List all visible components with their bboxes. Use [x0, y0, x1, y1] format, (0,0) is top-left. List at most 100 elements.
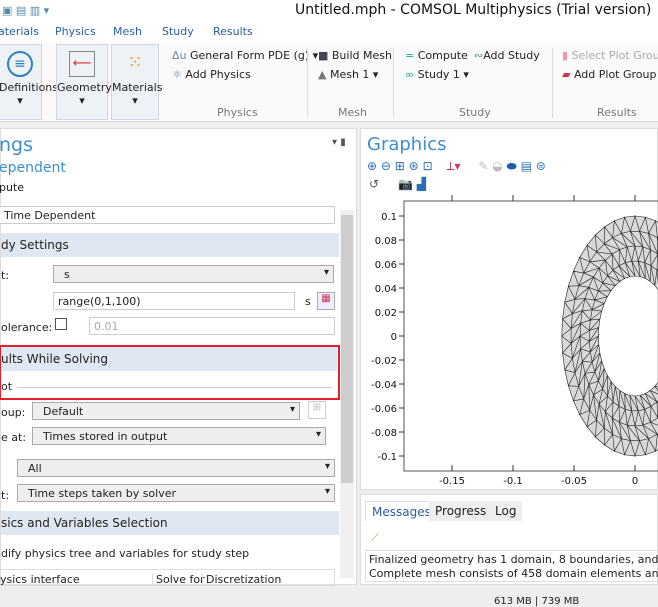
scrollbar-thumb[interactable] — [341, 215, 353, 483]
settings-panel: ngs ▾ ▮ ependent pute Time Dependent dy … — [0, 128, 357, 586]
general-pde-button[interactable]: Δu General Form PDE (g) ▾ — [172, 49, 318, 62]
y-tick-label: -0.04 — [371, 380, 397, 391]
range-icon[interactable]: ▦ — [317, 292, 335, 310]
camera-icon[interactable]: 📷 — [398, 177, 413, 191]
time-unit-label: t: — [1, 269, 10, 282]
update-at-select[interactable]: Times stored in output — [32, 427, 326, 445]
update-at-label: e at: — [1, 431, 27, 444]
group-mesh: Mesh — [338, 106, 367, 119]
graphics-panel: Graphics ⊕ ⊖ ⊞ ⊛ ⊡ ⟂▾ ✎ ◒ ⬬ ▤ ⊜ ↺ 📷 ▟ -0… — [360, 128, 658, 490]
compute-link[interactable]: pute — [0, 181, 24, 194]
tolerance-checkbox[interactable] — [55, 318, 67, 330]
physics-table: ysics interface Solve for Discretization — [0, 569, 335, 586]
zoom-box-icon[interactable]: ⊞ — [395, 159, 405, 173]
reset-icon[interactable]: ↺ — [369, 177, 379, 191]
divider — [307, 48, 308, 118]
section-results-while-solving[interactable]: ults While Solving — [1, 347, 337, 371]
panel-subtitle: ependent — [0, 160, 66, 176]
definitions-label: Definitions — [0, 81, 58, 94]
build-mesh-button[interactable]: ■ Build Mesh — [318, 49, 392, 62]
print-icon[interactable]: ▟ — [417, 177, 426, 191]
render-icon[interactable]: ⬬ — [507, 159, 517, 173]
tab-study[interactable]: Study — [162, 25, 194, 38]
y-tick-label: -0.06 — [371, 404, 397, 415]
section-physics-variables[interactable]: sics and Variables Selection — [1, 511, 339, 535]
y-tick-label: 0.08 — [375, 236, 397, 247]
zoom-in-icon[interactable]: ⊕ — [367, 159, 377, 173]
build-mesh-icon: ■ — [318, 49, 332, 62]
group-results: Results — [597, 106, 637, 119]
compute-button[interactable]: = Compute — [405, 49, 468, 62]
y-tick-label: -0.1 — [377, 452, 397, 463]
mesh-elements — [561, 214, 658, 458]
graphics-title: Graphics — [367, 134, 447, 155]
select-plot-group-label: Select Plot Group — [571, 49, 658, 62]
mesh-plot[interactable]: -0.15 -0.1 -0.05 0 0.1 0.08 0.06 0.04 0.02 0 -0.02… — [361, 193, 658, 491]
tab-log[interactable]: Log — [489, 501, 523, 521]
definitions-icon: ≡ — [7, 51, 33, 77]
ribbon: ≡ Definitions ▾ ⟵ Geometry ▾ ⁙ Materials ▾ … — [0, 42, 658, 122]
section-title: dy Settings — [1, 238, 69, 252]
zoom-extents-icon[interactable]: ⊡ — [423, 159, 433, 173]
group-study: Study — [459, 106, 491, 119]
geometry-label: Geometry — [57, 81, 112, 94]
graphics-toolbar: ⊕ ⊖ ⊞ ⊛ ⊡ ⟂▾ ✎ ◒ ⬬ ▤ ⊜ — [367, 159, 546, 174]
tab-messages[interactable]: Messages — [365, 501, 438, 521]
quick-access-icons[interactable]: ▣ ▤ ▥ ▾ — [2, 4, 49, 17]
select-icon[interactable]: ✎ — [478, 159, 488, 173]
y-tick-label: -0.02 — [371, 356, 397, 367]
group-physics: Physics — [217, 106, 258, 119]
tab-results[interactable]: Results — [213, 25, 253, 38]
plot-group-select[interactable]: Default — [32, 402, 300, 420]
transparency-icon[interactable]: ⊜ — [536, 159, 546, 173]
scene-light-icon[interactable]: ◒ — [492, 159, 502, 173]
study1-button[interactable]: ∞ Study 1 ▾ — [405, 68, 469, 81]
pde-icon: Δu — [172, 49, 190, 62]
panel-menu-icon[interactable]: ▾ ▮ — [332, 137, 346, 148]
probes-select[interactable]: All — [17, 459, 335, 477]
tab-progress[interactable]: Progress — [429, 501, 493, 521]
add-plot-group-button[interactable]: ▰ Add Plot Group ▾ — [562, 68, 658, 81]
add-study-label: Add Study — [483, 49, 540, 62]
geometry-button[interactable]: ⟵ Geometry ▾ — [56, 44, 112, 120]
time-unit-select[interactable]: s — [53, 265, 334, 283]
tab-physics[interactable]: Physics — [55, 25, 96, 38]
mesh1-label: Mesh 1 ▾ — [329, 68, 379, 81]
materials-button[interactable]: ⁙ Materials ▾ — [111, 44, 162, 120]
select-plot-group-button[interactable]: ▮ Select Plot Group — [562, 49, 658, 62]
definitions-button[interactable]: ≡ Definitions ▾ — [0, 44, 58, 120]
section-study-settings[interactable]: dy Settings — [1, 233, 339, 257]
tab-materials[interactable]: aterials — [0, 25, 39, 38]
message-line: Complete mesh consists of 458 domain ele… — [369, 567, 658, 580]
times-unit: s — [305, 295, 311, 308]
zoom-out-icon[interactable]: ⊖ — [381, 159, 391, 173]
table-header: Discretization — [202, 573, 281, 585]
add-physics-button[interactable]: ⚛ Add Physics — [172, 68, 251, 81]
geometry-icon: ⟵ — [69, 51, 95, 77]
mesh-icon: ▲ — [318, 68, 330, 81]
section-title: sics and Variables Selection — [1, 516, 168, 530]
y-tick-label: 0.02 — [375, 308, 397, 319]
message-line: Finalized geometry has 1 domain, 8 bound… — [369, 553, 658, 566]
tolerance-input[interactable]: 0.01 — [89, 317, 335, 335]
axis-orientation-icon[interactable]: ⟂▾ — [446, 159, 460, 173]
compute-icon: = — [405, 49, 418, 62]
add-plot-group-icon: ▰ — [562, 68, 574, 81]
zoom-selected-icon[interactable]: ⊛ — [409, 159, 419, 173]
study-icon: ∞ — [405, 68, 418, 81]
output-select[interactable]: Time steps taken by solver — [17, 484, 335, 502]
divider — [17, 387, 332, 388]
wireframe-icon[interactable]: ▤ — [521, 159, 532, 173]
add-plot-group-label: Add Plot Group ▾ — [573, 68, 658, 81]
x-tick-label: -0.1 — [503, 476, 523, 487]
clear-icon[interactable]: ⟋ — [371, 531, 379, 545]
tab-mesh[interactable]: Mesh — [113, 25, 142, 38]
label-field[interactable]: Time Dependent — [0, 206, 335, 224]
times-input[interactable]: range(0,1,100) — [53, 292, 295, 310]
mesh1-button[interactable]: ▲ Mesh 1 ▾ — [318, 68, 378, 81]
add-study-button[interactable]: ∾Add Study — [474, 49, 540, 62]
memory-usage: 613 MB | 739 MB — [494, 596, 580, 607]
plot-group-add-icon[interactable]: ⊞ — [308, 401, 326, 419]
x-tick-label: -0.15 — [439, 476, 465, 487]
table-header: Solve for — [152, 573, 205, 585]
